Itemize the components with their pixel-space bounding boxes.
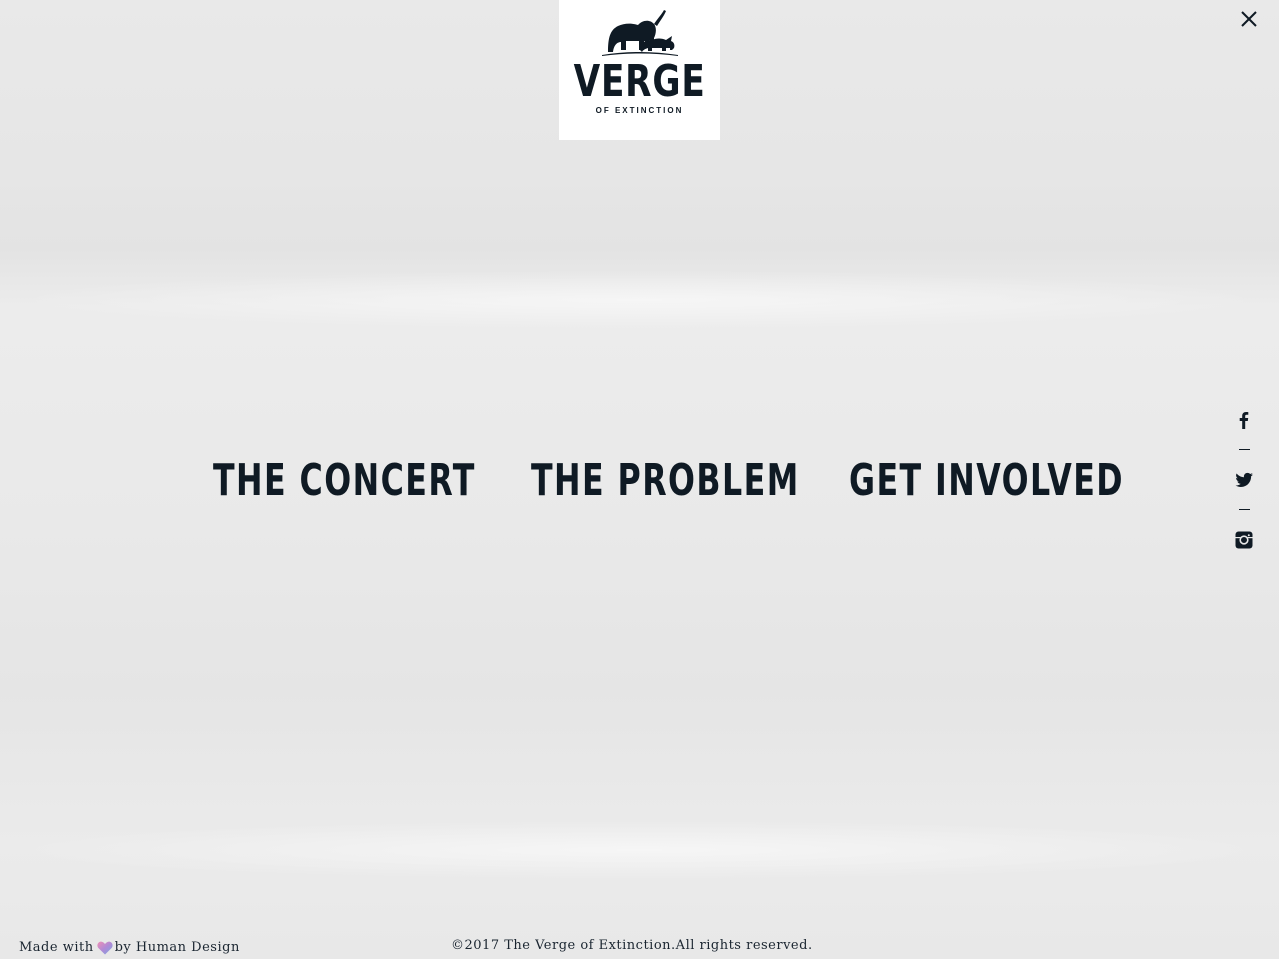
made-with-credit: Made with by Human Design bbox=[19, 940, 240, 955]
background-haze bbox=[0, 270, 1279, 330]
background-haze bbox=[0, 820, 1279, 880]
heart-icon bbox=[96, 941, 113, 954]
human-design-link[interactable]: by Human Design bbox=[115, 940, 240, 955]
facebook-icon bbox=[1239, 412, 1249, 429]
instagram-icon bbox=[1235, 531, 1253, 549]
site-logo[interactable]: VERGE OF EXTINCTION bbox=[559, 0, 720, 140]
facebook-link[interactable] bbox=[1232, 408, 1256, 432]
twitter-icon bbox=[1235, 472, 1253, 487]
copyright-text: ©2017 The Verge of Extinction.All rights… bbox=[451, 938, 813, 953]
social-separator bbox=[1239, 509, 1250, 510]
main-nav: THE CONCERT THE PROBLEM GET INVOLVED bbox=[0, 455, 1279, 507]
elephant-rhino-logo-icon bbox=[601, 10, 678, 56]
made-with-prefix: Made with bbox=[19, 940, 94, 955]
nav-item-get-involved[interactable]: GET INVOLVED bbox=[849, 455, 1124, 507]
nav-item-the-concert[interactable]: THE CONCERT bbox=[213, 455, 476, 507]
logo-subtitle: OF EXTINCTION bbox=[595, 106, 684, 115]
nav-item-the-problem[interactable]: THE PROBLEM bbox=[531, 455, 800, 507]
close-icon bbox=[1241, 11, 1257, 27]
instagram-link[interactable] bbox=[1232, 528, 1256, 552]
social-separator bbox=[1239, 449, 1250, 450]
twitter-link[interactable] bbox=[1232, 468, 1256, 492]
logo-wordmark: VERGE bbox=[573, 56, 706, 107]
close-button[interactable] bbox=[1236, 6, 1262, 32]
